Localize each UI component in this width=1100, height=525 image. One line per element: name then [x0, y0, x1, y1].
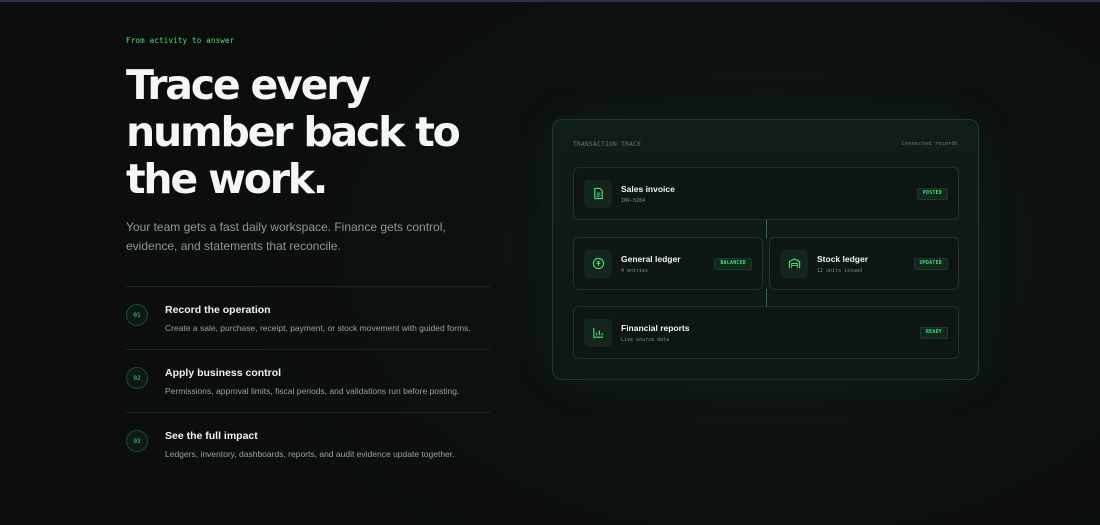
steps-list: 01 Record the operation Create a sale, p…: [126, 286, 490, 476]
step-number-badge: 02: [126, 367, 148, 389]
node-subtitle: 4 entries: [621, 267, 649, 274]
node-financial-reports: Financial reports Live source data READY: [573, 306, 959, 359]
currency-icon: [584, 249, 612, 278]
node-title: Sales invoice: [621, 183, 675, 194]
status-badge: UPDATED: [913, 257, 948, 270]
top-border: [0, 0, 1100, 2]
hero-subtext: Your team gets a fast daily workspace. F…: [126, 220, 446, 253]
node-general-ledger: General ledger 4 entries BALANCED: [573, 237, 763, 290]
connector-line: [766, 219, 767, 238]
step-item: 03 See the full impact Ledgers, inventor…: [126, 413, 490, 476]
step-number-badge: 01: [126, 304, 148, 326]
node-sales-invoice: Sales invoice INV-0284 POSTED: [573, 167, 959, 220]
trace-card-subtitle: Connected records: [901, 141, 958, 147]
connector-line: [766, 289, 767, 307]
eyebrow-label: From activity to answer: [126, 36, 235, 45]
step-description: Create a sale, purchase, receipt, paymen…: [165, 323, 471, 333]
warehouse-icon: [780, 249, 808, 278]
node-title: Financial reports: [621, 322, 690, 333]
document-icon: [584, 179, 612, 208]
transaction-trace-card: TRANSACTION TRACE Connected records Sale…: [552, 119, 979, 380]
node-subtitle: Live source data: [621, 336, 670, 343]
trace-card-title: TRANSACTION TRACE: [573, 141, 642, 148]
status-badge: READY: [920, 326, 948, 339]
node-title: General ledger: [621, 253, 681, 264]
bar-chart-icon: [584, 318, 612, 347]
node-stock-ledger: Stock ledger 12 units issued UPDATED: [769, 237, 959, 290]
step-title: Record the operation: [165, 304, 271, 316]
step-title: See the full impact: [165, 430, 258, 442]
node-subtitle: INV-0284: [621, 197, 646, 204]
step-description: Ledgers, inventory, dashboards, reports,…: [165, 449, 455, 459]
step-item: 02 Apply business control Permissions, a…: [126, 350, 490, 413]
status-badge: POSTED: [916, 187, 948, 200]
node-title: Stock ledger: [817, 253, 869, 264]
hero-section: From activity to answer Trace every numb…: [126, 36, 492, 476]
step-item: 01 Record the operation Create a sale, p…: [126, 287, 490, 350]
step-number-badge: 03: [126, 430, 148, 452]
step-title: Apply business control: [165, 367, 282, 379]
step-description: Permissions, approval limits, fiscal per…: [165, 386, 460, 396]
status-badge: BALANCED: [714, 257, 752, 270]
node-subtitle: 12 units issued: [817, 267, 863, 274]
page-headline: Trace every number back to the work.: [126, 61, 461, 203]
